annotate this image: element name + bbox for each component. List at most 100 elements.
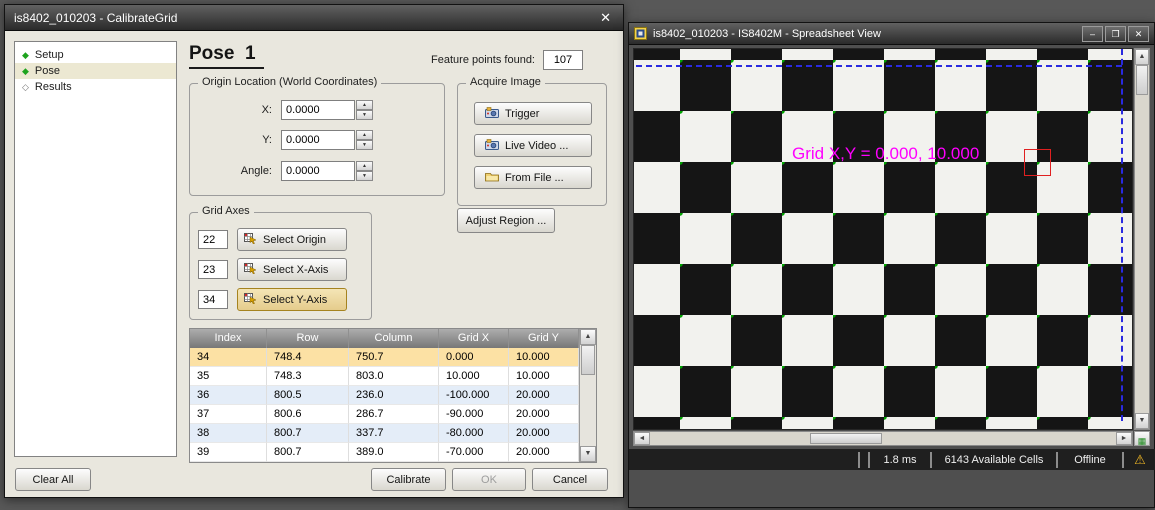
table-row[interactable]: 35 748.3 803.0 10.000 10.000 [190, 367, 579, 386]
minimize-button[interactable]: – [1082, 26, 1103, 42]
clear-all-button[interactable]: Clear All [15, 468, 91, 491]
cell-column: 236.0 [349, 386, 439, 405]
spin-up-icon[interactable]: ▲ [356, 100, 373, 110]
tree-item-setup[interactable]: ◆ Setup [15, 47, 176, 63]
table-row[interactable]: 39 800.7 389.0 -70.000 20.000 [190, 443, 579, 462]
button-label: Select Y-Axis [263, 294, 327, 306]
close-button[interactable]: ✕ [1128, 26, 1149, 42]
grid-overlay-text: Grid X,Y = 0.000, 10.000 [792, 144, 979, 164]
x-axis-row: Select X-Axis [198, 258, 347, 281]
scrollbar-thumb[interactable] [581, 345, 595, 375]
table-body: 34 748.4 750.7 0.000 10.000 35 748.3 803… [190, 348, 579, 462]
y-axis-index-input[interactable] [198, 290, 228, 309]
angle-label: Angle: [200, 165, 272, 177]
cell-grid-y: 20.000 [509, 386, 579, 405]
select-point-icon [244, 233, 257, 247]
angle-input[interactable] [281, 161, 355, 181]
button-label: From File ... [505, 172, 564, 184]
step-done-icon: ◆ [22, 51, 29, 60]
spin-down-icon[interactable]: ▼ [356, 140, 373, 150]
origin-index-input[interactable] [198, 230, 228, 249]
spin-up-icon[interactable]: ▲ [356, 130, 373, 140]
tree-item-pose[interactable]: ◆ Pose [15, 63, 176, 79]
from-file-button[interactable]: From File ... [474, 166, 592, 189]
scroll-up-icon[interactable]: ▲ [580, 329, 596, 345]
select-y-axis-button[interactable]: Select Y-Axis [237, 288, 347, 311]
warning-icon[interactable]: ⚠ [1134, 452, 1146, 467]
spin-down-icon[interactable]: ▼ [356, 171, 373, 181]
feature-table: Index Row Column Grid X Grid Y 34 748.4 … [189, 328, 597, 463]
status-time: 1.8 ms [868, 452, 930, 468]
table-row[interactable]: 38 800.7 337.7 -80.000 20.000 [190, 424, 579, 443]
spreadsheet-window: is8402_010203 - IS8402M - Spreadsheet Vi… [628, 22, 1155, 508]
angle-field-row: Angle: ▲ ▼ [200, 161, 373, 181]
x-axis-index-input[interactable] [198, 260, 228, 279]
dialog-body: ◆ Setup ◆ Pose ◇ Results Pose 1 Feature … [5, 31, 623, 497]
x-spinner: ▲ ▼ [356, 100, 373, 120]
scrollbar-track[interactable] [1135, 95, 1149, 413]
x-input[interactable] [281, 100, 355, 120]
column-header[interactable]: Row [267, 329, 349, 348]
spin-down-icon[interactable]: ▼ [356, 110, 373, 120]
cell-index: 39 [190, 443, 267, 462]
angle-spinner: ▲ ▼ [356, 161, 373, 181]
scroll-down-icon[interactable]: ▼ [580, 446, 596, 462]
group-title: Acquire Image [466, 76, 545, 88]
y-field-row: Y: ▲ ▼ [200, 130, 373, 150]
button-label: Trigger [505, 108, 539, 120]
close-icon[interactable]: ✕ [597, 10, 614, 26]
column-header[interactable]: Grid X [439, 329, 509, 348]
button-label: Select Origin [263, 234, 326, 246]
pose-heading: Pose 1 [189, 43, 264, 69]
tree-item-results[interactable]: ◇ Results [15, 79, 176, 95]
scrollbar-track[interactable] [882, 432, 1116, 445]
status-available-cells: 6143 Available Cells [930, 452, 1056, 468]
view-toggle-button[interactable]: ▦ [1134, 431, 1150, 446]
trigger-button[interactable]: Trigger [474, 102, 592, 125]
maximize-button[interactable]: ❐ [1105, 26, 1126, 42]
cell-row: 800.5 [267, 386, 349, 405]
status-bar: 1.8 ms 6143 Available Cells Offline ⚠ [629, 449, 1155, 470]
step-pending-icon: ◇ [22, 83, 29, 92]
spin-up-icon[interactable]: ▲ [356, 161, 373, 171]
grid-view-icon: ▦ [1138, 436, 1147, 446]
scroll-left-icon[interactable]: ◄ [634, 432, 650, 445]
scroll-right-icon[interactable]: ► [1116, 432, 1132, 445]
image-horizontal-scrollbar[interactable]: ◄ ► [633, 431, 1133, 446]
scrollbar-track[interactable] [580, 375, 596, 446]
grid-axes-group: Grid Axes Select Origin Select X-Axis [189, 212, 372, 320]
calibration-image[interactable]: Grid X,Y = 0.000, 10.000 [633, 48, 1133, 430]
live-video-button[interactable]: Live Video ... [474, 134, 592, 157]
column-header[interactable]: Grid Y [509, 329, 579, 348]
adjust-region-button[interactable]: Adjust Region ... [457, 208, 555, 233]
scroll-down-icon[interactable]: ▼ [1135, 413, 1149, 429]
select-origin-button[interactable]: Select Origin [237, 228, 347, 251]
window-title: is8402_010203 - CalibrateGrid [14, 11, 177, 25]
cell-row: 748.3 [267, 367, 349, 386]
image-vertical-scrollbar[interactable]: ▲ ▼ [1134, 48, 1150, 430]
cell-index: 37 [190, 405, 267, 424]
calibrategrid-titlebar[interactable]: is8402_010203 - CalibrateGrid ✕ [5, 5, 623, 31]
cell-column: 286.7 [349, 405, 439, 424]
window-title: is8402_010203 - IS8402M - Spreadsheet Vi… [653, 28, 881, 40]
x-field-row: X: ▲ ▼ [200, 100, 373, 120]
region-boundary-right [1121, 49, 1123, 421]
cancel-button[interactable]: Cancel [532, 468, 608, 491]
table-row[interactable]: 34 748.4 750.7 0.000 10.000 [190, 348, 579, 367]
select-x-axis-button[interactable]: Select X-Axis [237, 258, 347, 281]
y-input[interactable] [281, 130, 355, 150]
origin-location-group: Origin Location (World Coordinates) X: ▲… [189, 83, 445, 196]
spreadsheet-titlebar[interactable]: is8402_010203 - IS8402M - Spreadsheet Vi… [629, 23, 1154, 45]
cell-index: 35 [190, 367, 267, 386]
table-row[interactable]: 36 800.5 236.0 -100.000 20.000 [190, 386, 579, 405]
table-scrollbar[interactable]: ▲ ▼ [579, 329, 596, 462]
scrollbar-thumb[interactable] [1136, 65, 1148, 95]
column-header[interactable]: Index [190, 329, 267, 348]
table-row[interactable]: 37 800.6 286.7 -90.000 20.000 [190, 405, 579, 424]
step-tree: ◆ Setup ◆ Pose ◇ Results [14, 41, 177, 457]
scrollbar-thumb[interactable] [810, 433, 882, 444]
scroll-up-icon[interactable]: ▲ [1135, 49, 1149, 65]
column-header[interactable]: Column [349, 329, 439, 348]
group-title: Origin Location (World Coordinates) [198, 76, 381, 88]
calibrate-button[interactable]: Calibrate [371, 468, 446, 491]
